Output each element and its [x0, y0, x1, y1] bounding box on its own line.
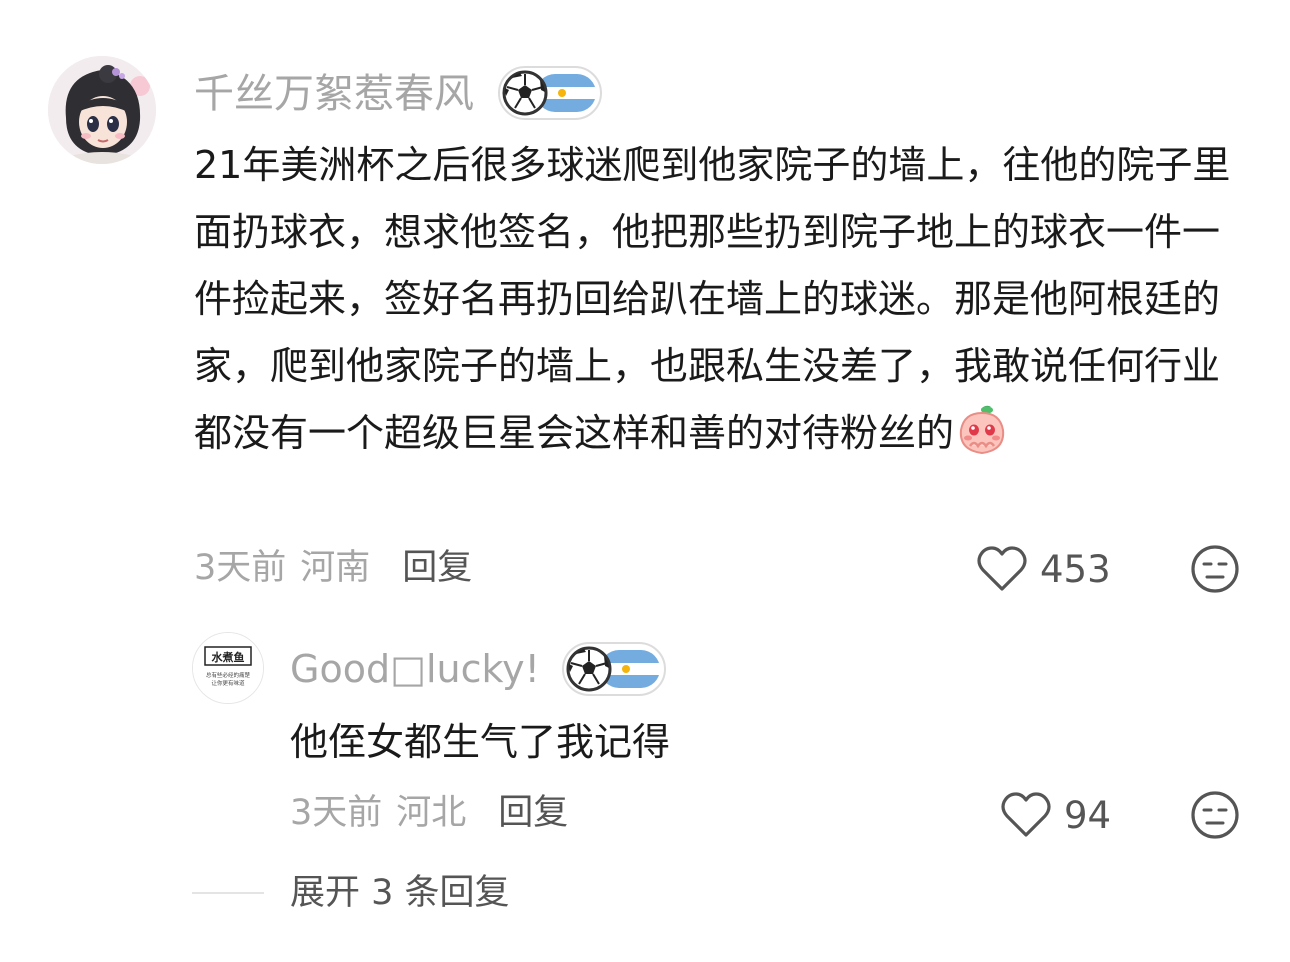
- crying-peach-emoji: [956, 404, 1008, 477]
- user-avatar[interactable]: [48, 56, 156, 164]
- expand-replies-button[interactable]: 展开 3 条回复: [290, 870, 510, 916]
- reply-button[interactable]: 回复: [498, 793, 568, 833]
- unamused-face-icon: [1191, 791, 1239, 839]
- heart-icon: [1001, 792, 1051, 837]
- expand-divider: [192, 892, 264, 894]
- comment-meta: 3天前 河南 回复: [194, 546, 472, 590]
- reply-dislike-button[interactable]: [1190, 790, 1240, 844]
- like-count: 453: [1040, 547, 1111, 591]
- comment-region: 河南: [300, 548, 371, 588]
- comment-body: 21年美洲杯之后很多球迷爬到他家院子的墙上，往他的院子里面扔球衣，想求他签名，他…: [194, 143, 1231, 455]
- comment-text: 21年美洲杯之后很多球迷爬到他家院子的墙上，往他的院子里面扔球衣，想求他签名，他…: [194, 132, 1254, 477]
- comment-time: 3天前: [194, 548, 287, 588]
- reply-region: 河北: [396, 793, 467, 833]
- like-button[interactable]: 453: [976, 544, 1111, 594]
- chibi-doll-avatar-image: [48, 56, 156, 164]
- football-argentina-badge-icon: [562, 642, 666, 700]
- reply-button[interactable]: 回复: [402, 548, 472, 588]
- dislike-button[interactable]: [1190, 544, 1240, 598]
- reply-user-avatar[interactable]: 水煮鱼 总有些必经的痛楚 让你更有味道: [192, 632, 264, 704]
- reply-text: 他侄女都生气了我记得: [290, 720, 671, 764]
- avatar-brand-text: 水煮鱼: [212, 650, 245, 664]
- reply-like-count: 94: [1064, 793, 1112, 837]
- username[interactable]: 千丝万絮惹春风: [194, 68, 474, 120]
- heart-icon: [977, 546, 1027, 591]
- fish-brand-avatar-image: 水煮鱼 总有些必经的痛楚 让你更有味道: [193, 633, 263, 703]
- unamused-face-icon: [1191, 545, 1239, 593]
- reply-meta: 3天前 河北 回复: [290, 791, 568, 835]
- avatar-slogan-line-1: 总有些必经的痛楚: [206, 671, 251, 679]
- reply-like-button[interactable]: 94: [1000, 790, 1111, 840]
- reply-time: 3天前: [290, 793, 383, 833]
- reply-username[interactable]: Good□lucky!: [290, 644, 540, 694]
- avatar-slogan-line-2: 让你更有味道: [211, 679, 245, 687]
- football-argentina-badge-icon: [498, 66, 602, 124]
